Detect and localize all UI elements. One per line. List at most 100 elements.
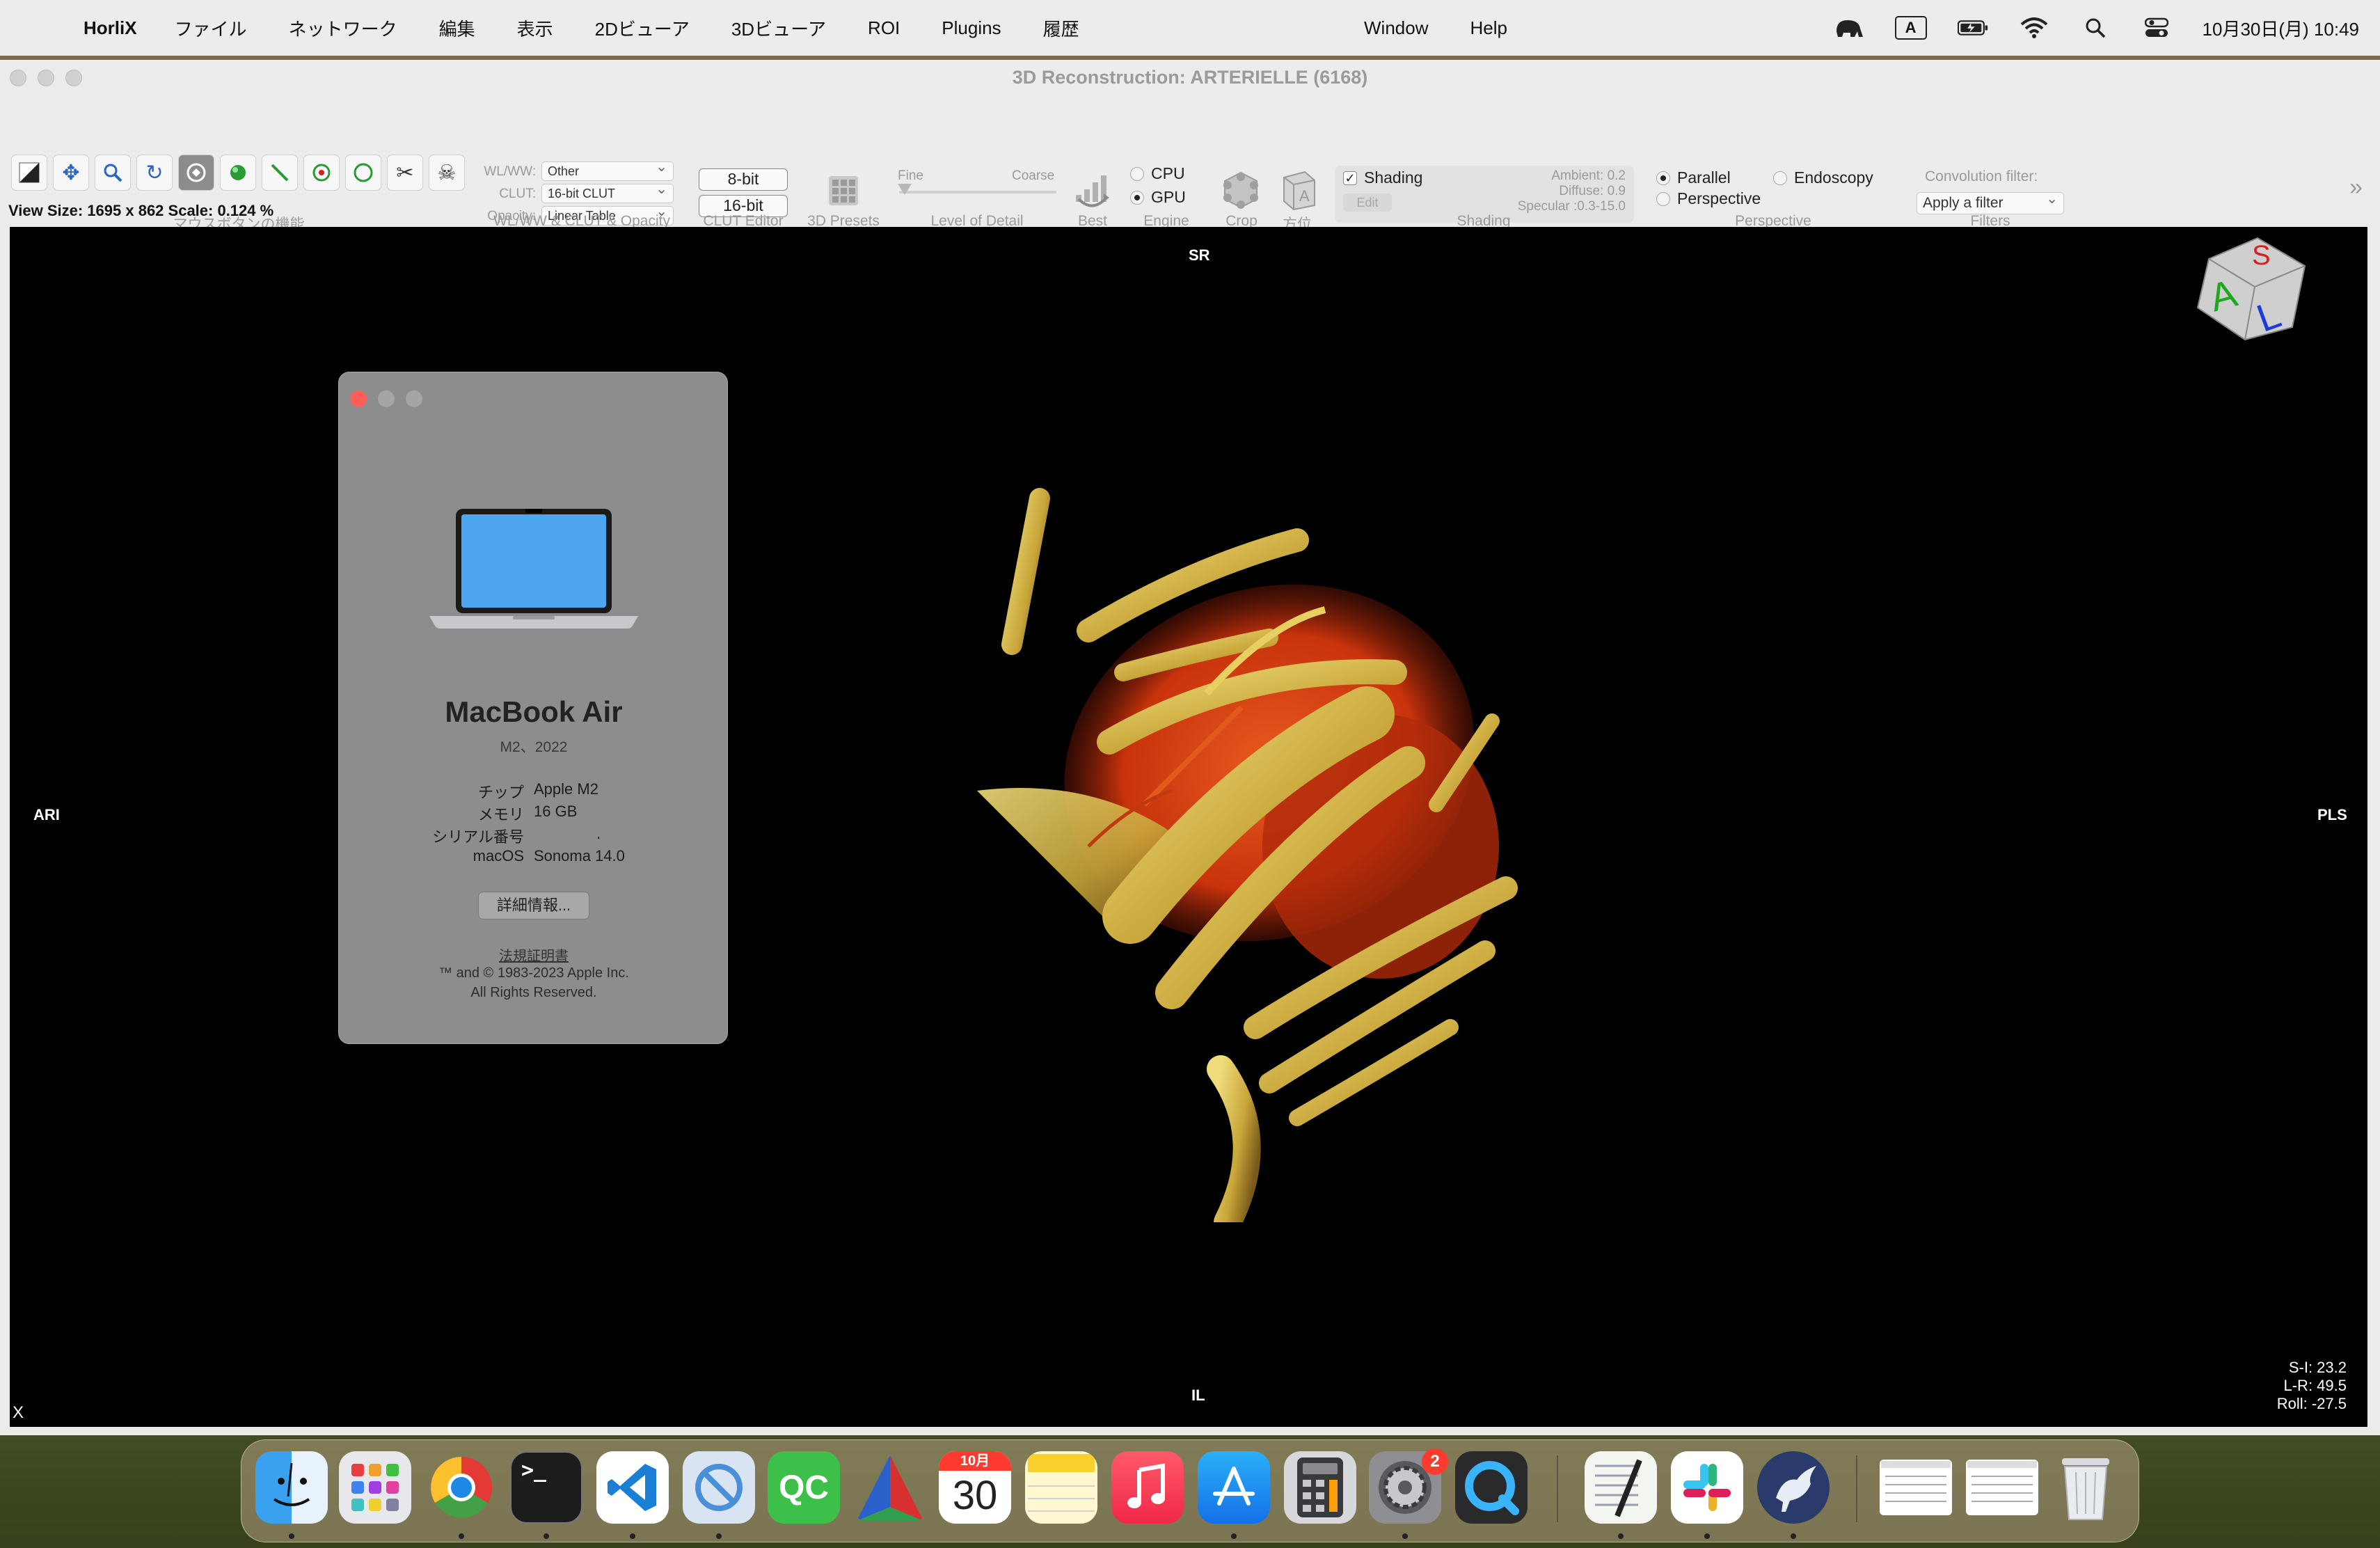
rotate-tool-icon[interactable]: ↻ (136, 155, 173, 191)
notes-icon[interactable] (1025, 1451, 1097, 1524)
apple-menu-icon[interactable] (26, 10, 63, 46)
menu-history[interactable]: 履歴 (1043, 15, 1079, 41)
move-tool-icon[interactable]: ✥ (53, 155, 89, 191)
presets-grid-icon[interactable] (825, 173, 862, 209)
engine-cpu-radio-dot (1130, 166, 1144, 181)
readout-si: S-I: 23.2 (2288, 1359, 2347, 1376)
spec-memory-key: メモリ (477, 806, 524, 823)
slack-icon[interactable] (1671, 1451, 1743, 1524)
lod-fine-label: Fine (898, 168, 923, 183)
app-store-running-dot (1231, 1533, 1237, 1539)
about-close-button[interactable] (350, 390, 367, 407)
zoom-tool-icon[interactable] (95, 155, 131, 191)
shading-checkbox[interactable]: ✓ Shading (1343, 168, 1422, 187)
clut-popup[interactable]: 16-bit CLUT (541, 180, 674, 203)
projection-endoscopy-radio-dot (1773, 171, 1787, 185)
spec-chip-value: Apple M2 (534, 780, 598, 798)
spec-row-macos: macOS Sonoma 14.0 (339, 847, 729, 869)
triangle-app-icon[interactable] (854, 1451, 926, 1524)
spec-memory-value: 16 GB (534, 803, 578, 820)
readout-lr: L-R: 49.5 (2283, 1377, 2347, 1394)
control-center-icon[interactable] (2141, 15, 2172, 40)
menu-edit[interactable]: 編集 (439, 15, 475, 41)
svg-text:A: A (1299, 187, 1310, 205)
launchpad-icon[interactable] (339, 1451, 411, 1524)
music-icon[interactable] (1111, 1451, 1184, 1524)
horlix-pegasus-icon[interactable] (1757, 1451, 1830, 1524)
terminal-running-dot (544, 1533, 549, 1539)
best-render-icon[interactable] (1070, 168, 1116, 212)
sphere-tool-icon[interactable] (220, 155, 256, 191)
minimized-window-2[interactable] (1966, 1460, 2038, 1515)
clut-label: CLUT: (499, 187, 536, 201)
toolbar-overflow-icon[interactable]: » (2349, 174, 2363, 201)
bone-removal-tool-icon[interactable]: ☠ (429, 155, 465, 191)
chrome-running-dot (459, 1533, 464, 1539)
shading-checkbox-box: ✓ (1343, 171, 1357, 185)
about-this-mac-panel: MacBook Air M2、2022 チップ Apple M2 メモリ 16 … (338, 372, 728, 1044)
shading-checkbox-label: Shading (1364, 168, 1423, 187)
blocked-app-running-dot (716, 1533, 722, 1539)
projection-endoscopy-label: Endoscopy (1794, 168, 1873, 187)
blocked-app-icon[interactable] (683, 1451, 755, 1524)
3d-rotate-tool-icon[interactable] (178, 155, 214, 191)
minimized-window-1[interactable] (1880, 1460, 1952, 1515)
point-tool-icon[interactable] (303, 155, 340, 191)
more-info-button[interactable]: 詳細情報... (478, 892, 589, 919)
circle-tool-icon[interactable] (345, 155, 381, 191)
wlww-popup[interactable]: Other (541, 158, 674, 181)
chrome-icon[interactable] (425, 1451, 498, 1524)
projection-parallel-radio[interactable]: Parallel (1656, 168, 1731, 187)
projection-perspective-label: Perspective (1677, 189, 1761, 207)
convolution-filter-popup[interactable]: Apply a filter (1917, 189, 2064, 214)
menu-window[interactable]: Window (1364, 17, 1428, 39)
quicktime-icon[interactable] (1455, 1451, 1528, 1524)
trash-icon[interactable] (2049, 1451, 2122, 1524)
scissors-tool-icon[interactable]: ✂ (387, 155, 423, 191)
engine-cpu-radio[interactable]: CPU (1130, 164, 1185, 183)
orientation-cube-icon[interactable]: A (1274, 167, 1319, 213)
menu-plugins[interactable]: Plugins (942, 17, 1001, 39)
shading-ambient: Ambient: 0.2 (1551, 168, 1626, 183)
script-editor-icon[interactable] (1585, 1451, 1657, 1524)
menu-2d-viewer[interactable]: 2Dビューア (595, 15, 690, 41)
menu-app-name[interactable]: HorliX (84, 17, 137, 39)
menu-network[interactable]: ネットワーク (289, 15, 397, 41)
terminal-icon[interactable]: >_ (510, 1451, 582, 1524)
vscode-icon[interactable] (596, 1451, 669, 1524)
finder-icon[interactable] (255, 1451, 328, 1524)
lod-slider[interactable] (898, 184, 1056, 195)
wifi-icon[interactable] (2019, 15, 2049, 40)
menu-clock[interactable]: 10月30日(月) 10:49 (2203, 15, 2359, 41)
view-size-status: View Size: 1695 x 862 Scale: 0.124 % (8, 202, 274, 219)
calendar-icon[interactable]: 10月 30 (939, 1451, 1011, 1524)
engine-gpu-radio[interactable]: GPU (1130, 188, 1186, 207)
wlww-tool-icon[interactable] (11, 155, 47, 191)
qc-app-icon[interactable]: QC (768, 1451, 840, 1524)
spotlight-search-icon[interactable] (2080, 15, 2111, 40)
orientation-cube-widget[interactable]: A L S (2188, 231, 2313, 342)
menu-view[interactable]: 表示 (517, 15, 553, 41)
regulatory-link[interactable]: 法規証明書 (339, 945, 729, 965)
macbook-air-icon (429, 509, 638, 629)
crop-cube-icon[interactable] (1219, 168, 1262, 212)
projection-perspective-radio[interactable]: Perspective (1656, 189, 1761, 208)
projection-endoscopy-radio[interactable]: Endoscopy (1773, 168, 1873, 187)
shading-edit-button[interactable]: Edit (1343, 194, 1392, 212)
menu-help[interactable]: Help (1470, 17, 1507, 39)
input-method-icon[interactable]: A (1894, 16, 1927, 40)
length-tool-icon[interactable] (262, 155, 298, 191)
menu-3d-viewer[interactable]: 3Dビューア (731, 15, 826, 41)
8bit-button[interactable]: 8-bit (699, 168, 788, 191)
about-minimize-button (378, 390, 395, 407)
menu-file[interactable]: ファイル (175, 15, 247, 41)
convolution-label: Convolution filter: (1925, 168, 2038, 184)
toolbar: ✥ ↻ ✂ ☠ マウスボタンの機能 WL/WW: Other CLUT: 16-… (0, 96, 2380, 232)
lod-slider-knob[interactable] (898, 184, 912, 195)
calculator-icon[interactable] (1284, 1451, 1356, 1524)
app-store-icon[interactable] (1198, 1451, 1270, 1524)
engine-gpu-label: GPU (1151, 188, 1186, 206)
menu-roi[interactable]: ROI (868, 17, 900, 39)
elephant-icon[interactable] (1834, 15, 1864, 40)
battery-icon[interactable] (1957, 15, 1988, 40)
